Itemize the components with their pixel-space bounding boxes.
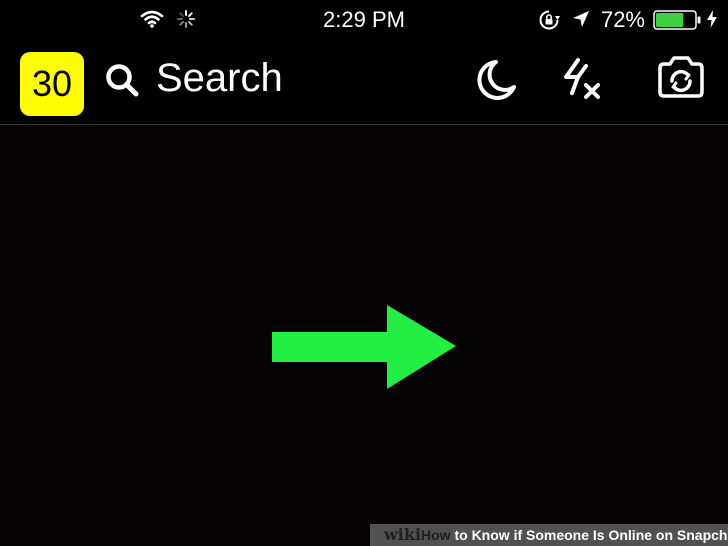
top-bar: 30 Search [0, 44, 728, 124]
snap-score-badge[interactable]: 30 [20, 52, 84, 116]
status-bar: 2:29 PM 72% [0, 0, 728, 40]
flip-camera-icon[interactable] [654, 54, 708, 102]
search-label[interactable]: Search [156, 56, 283, 101]
watermark-wiki: wiki [384, 525, 422, 544]
search-icon[interactable] [104, 62, 140, 98]
location-arrow-icon [573, 11, 589, 27]
rotation-lock-icon [539, 10, 560, 30]
wikihow-watermark: wikiHow to Know if Someone Is Online on … [370, 524, 728, 546]
watermark-title: to Know if Someone Is Online on Snapchat [450, 527, 728, 543]
watermark-how: How [421, 527, 451, 543]
night-mode-moon-icon[interactable] [476, 57, 518, 103]
battery-percent: 72% [600, 7, 645, 32]
right-arrow-icon [272, 305, 456, 389]
charging-bolt-icon [707, 10, 717, 28]
battery-icon [653, 10, 701, 30]
flash-off-icon[interactable] [558, 57, 604, 103]
